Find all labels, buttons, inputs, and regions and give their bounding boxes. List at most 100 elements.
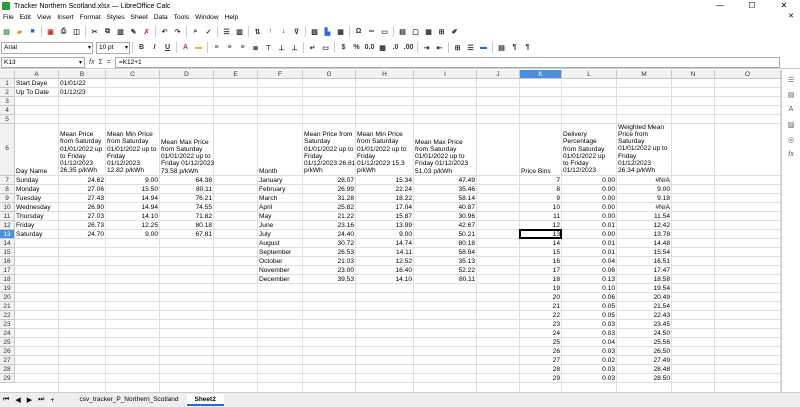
column-header-j[interactable]: J — [477, 70, 520, 79]
cell-k15[interactable]: 15 — [521, 248, 560, 257]
cell-a12[interactable]: Friday — [16, 221, 57, 230]
headers-footers-icon[interactable]: ▤ — [397, 26, 408, 37]
column-header-l[interactable]: L — [562, 70, 617, 79]
column-header-f[interactable]: F — [258, 70, 303, 79]
cell-i13[interactable]: 50.21 — [415, 230, 475, 239]
autofilter-icon[interactable]: ⊽ — [291, 26, 302, 37]
cell-h12[interactable]: 13.99 — [357, 221, 412, 230]
cell-l16[interactable]: 0.04 — [563, 257, 615, 266]
cell-l18[interactable]: 0.13 — [563, 275, 615, 284]
cell-h15[interactable]: 14.11 — [357, 248, 412, 257]
cell-a9[interactable]: Tuesday — [16, 194, 57, 203]
cell-k28[interactable]: 28 — [521, 365, 560, 374]
cell-d11[interactable]: 71.82 — [161, 212, 212, 221]
cell-k10[interactable]: 10 — [521, 203, 560, 212]
cell-a2[interactable]: Up To Date — [16, 88, 57, 97]
split-window-icon[interactable]: ⊞ — [436, 26, 447, 37]
cell-k7[interactable]: 7 — [521, 176, 560, 185]
cell-l19[interactable]: 0.10 — [563, 284, 615, 293]
cell-m12[interactable]: 12.42 — [618, 221, 670, 230]
font-name-box[interactable]: Arial — [1, 41, 93, 54]
font-color-icon[interactable]: A — [180, 42, 191, 53]
cell-h7[interactable]: 15.34 — [357, 176, 412, 185]
cell-l29[interactable]: 0.03 — [563, 374, 615, 383]
cell-f8[interactable]: February — [259, 185, 301, 194]
left-to-right-icon[interactable]: ¶ — [509, 42, 520, 53]
cell-m20[interactable]: 20.49 — [618, 293, 670, 302]
freeze-rows-icon[interactable]: ▦ — [423, 26, 434, 37]
increase-indent-icon[interactable]: ⇥ — [421, 42, 432, 53]
cell-k19[interactable]: 19 — [521, 284, 560, 293]
cell-l25[interactable]: 0.04 — [563, 338, 615, 347]
column-header-h[interactable]: H — [356, 70, 414, 79]
cell-g13[interactable]: 24.40 — [304, 230, 354, 239]
cell-f9[interactable]: March — [259, 194, 301, 203]
column-header-n[interactable]: N — [672, 70, 715, 79]
row-header-22[interactable]: 22 — [0, 311, 15, 320]
currency-icon[interactable]: $ — [338, 42, 349, 53]
cell-d9[interactable]: 76.21 — [161, 194, 212, 203]
cell-l22[interactable]: 0.05 — [563, 311, 615, 320]
print-preview-icon[interactable]: ◫ — [71, 26, 82, 37]
cell-l8[interactable]: 0.00 — [563, 185, 615, 194]
image-icon[interactable]: ▨ — [309, 26, 320, 37]
cell-a10[interactable]: Wednesday — [16, 203, 57, 212]
cell-g17[interactable]: 23.00 — [304, 266, 354, 275]
cell-h14[interactable]: 14.74 — [357, 239, 412, 248]
row-header-7[interactable]: 7 — [0, 176, 15, 185]
row-header-15[interactable]: 15 — [0, 248, 15, 257]
cell-b11[interactable]: 27.03 — [60, 212, 104, 221]
cell-k14[interactable]: 14 — [521, 239, 560, 248]
menu-sheet[interactable]: Sheet — [128, 14, 151, 21]
cell-a8[interactable]: Monday — [16, 185, 57, 194]
conditional-format-icon[interactable]: ▤ — [496, 42, 507, 53]
cell-m25[interactable]: 25.56 — [618, 338, 670, 347]
menu-file[interactable]: File — [0, 14, 17, 21]
column-header-o[interactable]: O — [715, 70, 781, 79]
row-header-6[interactable]: 6 — [0, 124, 15, 176]
formula-input[interactable]: =K12+1 — [114, 56, 780, 68]
cell-h18[interactable]: 14.10 — [357, 275, 412, 284]
navigator-icon[interactable]: ◎ — [786, 136, 797, 147]
last-sheet-icon[interactable]: ⏭ — [35, 396, 47, 404]
functions-icon[interactable]: fx — [786, 151, 797, 162]
font-size-box[interactable]: 10 pt — [96, 41, 130, 54]
cell-i12[interactable]: 42.67 — [415, 221, 475, 230]
cell-k11[interactable]: 11 — [521, 212, 560, 221]
add-decimal-icon[interactable]: .0 — [390, 42, 401, 53]
row-header-25[interactable]: 25 — [0, 338, 15, 347]
cell-k18[interactable]: 18 — [521, 275, 560, 284]
row-header-10[interactable]: 10 — [0, 203, 15, 212]
menu-styles[interactable]: Styles — [104, 14, 128, 21]
cell-a7[interactable]: Sunday — [16, 176, 57, 185]
cut-icon[interactable]: ✂ — [89, 26, 100, 37]
cell-m10[interactable]: #N/A — [618, 203, 670, 212]
cell-d13[interactable]: 67.81 — [161, 230, 212, 239]
cell-m8[interactable]: 9.00 — [618, 185, 670, 194]
row-header-13[interactable]: 13 — [0, 230, 15, 239]
border-color-icon[interactable]: ▬ — [478, 42, 489, 53]
column-header-c[interactable]: C — [106, 70, 160, 79]
menu-format[interactable]: Format — [77, 14, 104, 21]
cell-f7[interactable]: January — [259, 176, 301, 185]
cell-f14[interactable]: August — [259, 239, 301, 248]
row-header-12[interactable]: 12 — [0, 221, 15, 230]
cell-f11[interactable]: May — [259, 212, 301, 221]
column-header-d[interactable]: D — [160, 70, 214, 79]
cell-m13[interactable]: 13.78 — [618, 230, 670, 239]
row-header-17[interactable]: 17 — [0, 266, 15, 275]
cell-k25[interactable]: 25 — [521, 338, 560, 347]
cell-f10[interactable]: April — [259, 203, 301, 212]
row-header-28[interactable]: 28 — [0, 365, 15, 374]
cell-l10[interactable]: 0.00 — [563, 203, 615, 212]
cell-k23[interactable]: 23 — [521, 320, 560, 329]
cell-g15[interactable]: 26.53 — [304, 248, 354, 257]
cell-m17[interactable]: 17.47 — [618, 266, 670, 275]
wrap-text-icon[interactable]: ↵ — [307, 42, 318, 53]
row-header-16[interactable]: 16 — [0, 257, 15, 266]
align-top-icon[interactable]: ⊤ — [263, 42, 274, 53]
menu-icon[interactable]: ☰ — [786, 76, 797, 87]
cell-f15[interactable]: September — [259, 248, 301, 257]
gallery-icon[interactable]: ▨ — [786, 121, 797, 132]
cell-d8[interactable]: 80.11 — [161, 185, 212, 194]
